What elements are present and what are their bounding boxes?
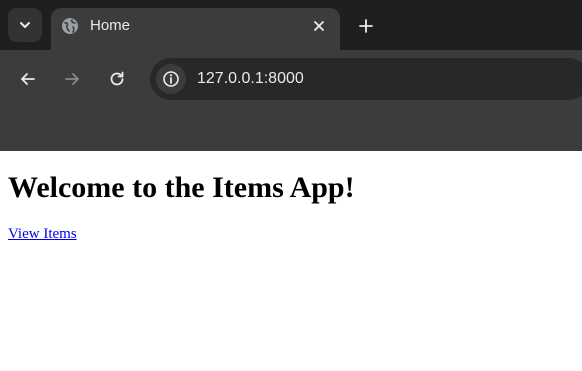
plus-icon	[359, 19, 373, 33]
tab-home[interactable]: Home	[51, 8, 340, 50]
page-title: Welcome to the Items App!	[8, 171, 355, 204]
back-button[interactable]	[14, 65, 42, 93]
view-items-link[interactable]: View Items	[8, 225, 77, 243]
browser-toolbar: 127.0.0.1:8000	[0, 50, 582, 151]
reload-button[interactable]	[103, 65, 131, 93]
tab-search-button[interactable]	[8, 8, 42, 42]
address-bar[interactable]: 127.0.0.1:8000	[150, 58, 582, 100]
globe-icon	[62, 18, 78, 34]
forward-button[interactable]	[58, 65, 86, 93]
site-info-button[interactable]	[156, 64, 186, 94]
new-tab-button[interactable]	[352, 12, 380, 40]
chevron-down-icon	[20, 22, 30, 28]
arrow-right-icon	[65, 73, 79, 85]
browser-window: Home 127.0.0.1:8000 Welcome to the Items…	[0, 0, 582, 371]
url-text[interactable]: 127.0.0.1:8000	[197, 69, 304, 89]
tab-close-button[interactable]	[309, 16, 329, 36]
tab-title: Home	[90, 17, 131, 34]
page-content: Welcome to the Items App! View Items	[0, 151, 582, 371]
reload-icon	[110, 71, 124, 86]
close-icon	[314, 21, 324, 31]
tab-strip: Home	[0, 0, 582, 50]
arrow-left-icon	[21, 73, 35, 85]
info-icon	[163, 71, 179, 87]
